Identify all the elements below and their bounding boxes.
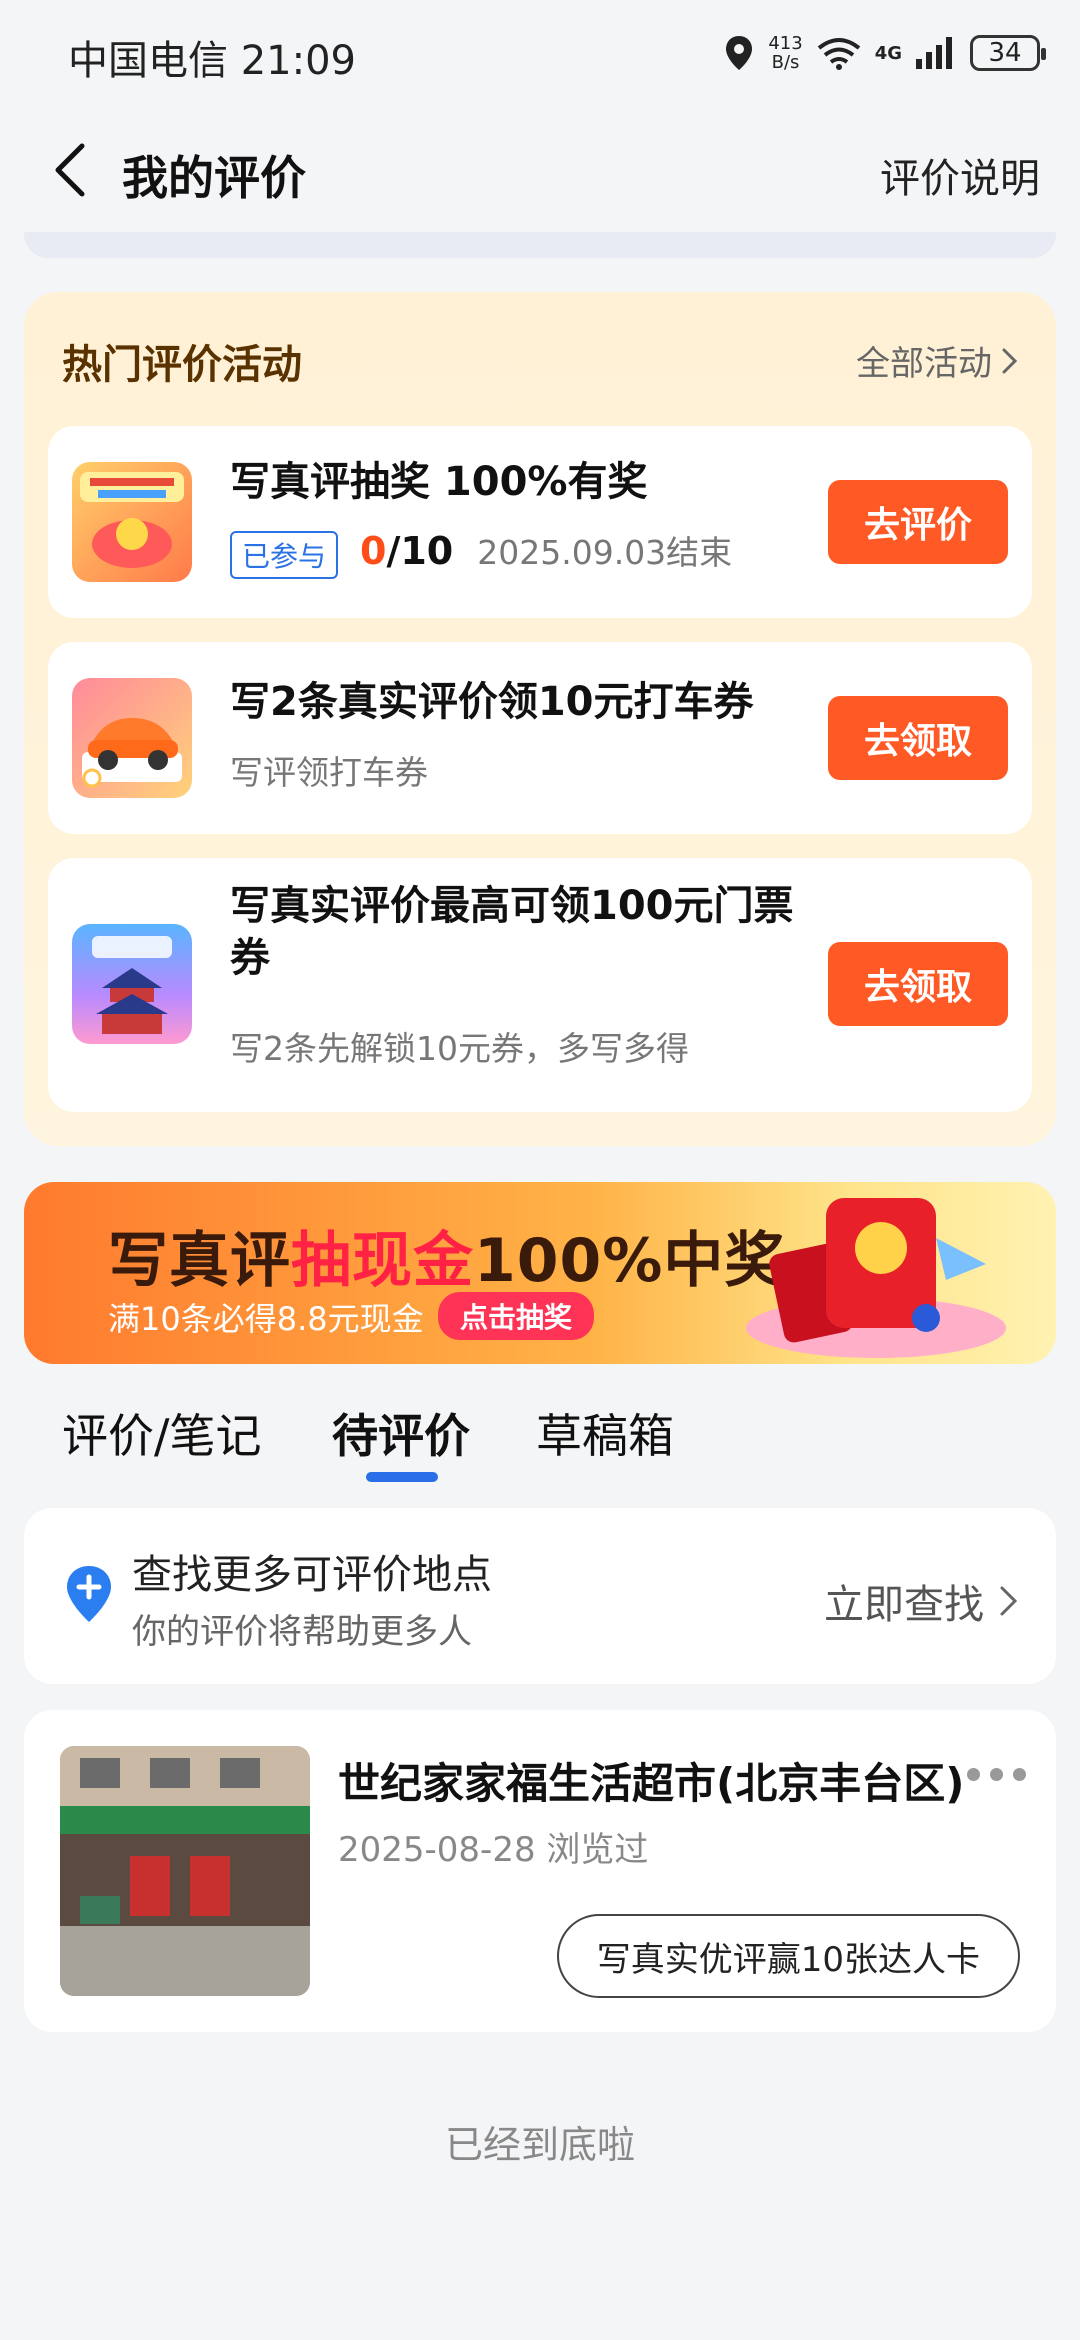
temple-illustration-icon [92,936,172,1034]
promo-banner[interactable]: 写真评抽现金100%中奖 满10条必得8.8元现金 点击抽奖 [24,1182,1056,1364]
gift-illustration-icon [80,472,184,568]
write-review-button[interactable]: 写真实优评赢10张达人卡 [556,1914,1020,1998]
place-name: 世纪家家福生活超市(北京丰台区) [338,1759,965,1808]
place-photo [60,1746,310,1996]
activity-card[interactable]: 写真评抽奖 100%有奖 已参与 0/10 2025.09.03结束 去评价 [48,426,1032,618]
car-illustration-icon [82,718,182,788]
carrier-time: 中国电信 21:09 [68,38,356,84]
all-activities-label: 全部活动 [856,344,992,384]
top-card-edge [24,232,1056,258]
nav-header: 我的评价 评价说明 [0,120,1080,220]
activity-thumbnail [72,678,192,798]
tab-reviews-notes[interactable]: 评价/笔记 [62,1400,262,1466]
speed-value: 413 [768,33,803,54]
location-icon [726,36,753,70]
find-places-card[interactable]: 查找更多可评价地点 你的评价将帮助更多人 立即查找 [24,1508,1056,1684]
joined-badge: 已参与 [230,530,339,579]
place-visit-date: 2025-08-28 浏览过 [338,1830,649,1870]
banner-headline-part1: 写真评 [108,1226,291,1296]
claim-button[interactable]: 去领取 [828,696,1008,780]
find-places-subtitle: 你的评价将帮助更多人 [132,1612,472,1652]
progress-total: /10 [386,529,454,573]
activity-thumbnail [72,462,192,582]
activity-title: 写真实评价最高可领100元门票 券 [230,880,794,984]
pending-place-card[interactable]: 世纪家家福生活超市(北京丰台区) 2025-08-28 浏览过 写真实优评赢10… [24,1710,1056,2032]
review-guide-link[interactable]: 评价说明 [880,146,1040,204]
chevron-right-icon [1000,1586,1018,1616]
active-tab-indicator [366,1472,438,1482]
all-activities-link[interactable]: 全部活动 [856,336,1020,385]
end-date: 2025.09.03结束 [477,533,733,572]
activity-title-line1: 写真实评价最高可领100元门票 [230,883,794,929]
status-icons: 413 B/s 4G 34 [724,30,1046,76]
activity-subtitle: 写评领打车券 [230,753,428,792]
speed-unit: B/s [771,52,800,73]
activities-title: 热门评价活动 [62,342,302,388]
more-dot [1013,1767,1026,1781]
status-bar: 中国电信 21:09 413 B/s 4G 34 [0,0,1080,105]
go-review-button[interactable]: 去评价 [828,480,1008,564]
banner-headline: 写真评抽现金100%中奖 [108,1212,785,1299]
activity-thumbnail [72,924,192,1044]
battery-icon: 34 [970,35,1046,71]
chevron-right-icon [1002,348,1018,373]
activity-title-line2: 券 [230,935,270,981]
find-now-label: 立即查找 [824,1582,984,1628]
add-location-icon [67,1566,111,1622]
banner-headline-highlight: 抽现金 [291,1226,474,1296]
back-arrow-icon[interactable] [44,140,104,200]
red-envelope-illustration-icon [746,1198,1006,1358]
tab-drafts[interactable]: 草稿箱 [536,1400,674,1466]
tab-pending-review[interactable]: 待评价 [332,1400,470,1466]
page-title: 我的评价 [122,151,306,205]
network-speed: 413 B/s [768,34,802,72]
network-type: 4G [874,42,902,64]
banner-subtitle: 满10条必得8.8元现金 [108,1300,424,1338]
draw-button[interactable]: 点击抽奖 [438,1292,595,1340]
find-now-link[interactable]: 立即查找 [824,1572,1020,1630]
end-of-list-text: 已经到底啦 [444,2123,635,2167]
review-tabs: 评价/笔记 待评价 草稿箱 [0,1390,1080,1490]
more-options-icon[interactable] [936,1764,1026,1784]
hot-activities-panel: 热门评价活动 全部活动 写真评抽奖 100%有奖 已参与 0/10 2025.09.… [24,292,1056,1146]
activity-title: 写真评抽奖 100%有奖 [230,459,648,505]
activity-title: 写2条真实评价领10元打车券 [230,679,754,725]
activity-card[interactable]: 写真实评价最高可领100元门票 券 写2条先解锁10元券，多写多得 去领取 [48,858,1032,1112]
more-dot [990,1767,1003,1781]
storefront-photo-icon [60,1746,310,1996]
find-places-title: 查找更多可评价地点 [132,1552,492,1598]
signal-icon [916,37,952,69]
claim-button[interactable]: 去领取 [828,942,1008,1026]
wifi-icon [817,38,860,70]
progress-current: 0 [360,529,387,573]
activity-progress-row: 已参与 0/10 2025.09.03结束 [230,526,732,579]
more-dot [967,1767,980,1781]
activity-subtitle: 写2条先解锁10元券，多写多得 [230,1029,689,1068]
activity-card[interactable]: 写2条真实评价领10元打车券 写评领打车券 去领取 [48,642,1032,834]
